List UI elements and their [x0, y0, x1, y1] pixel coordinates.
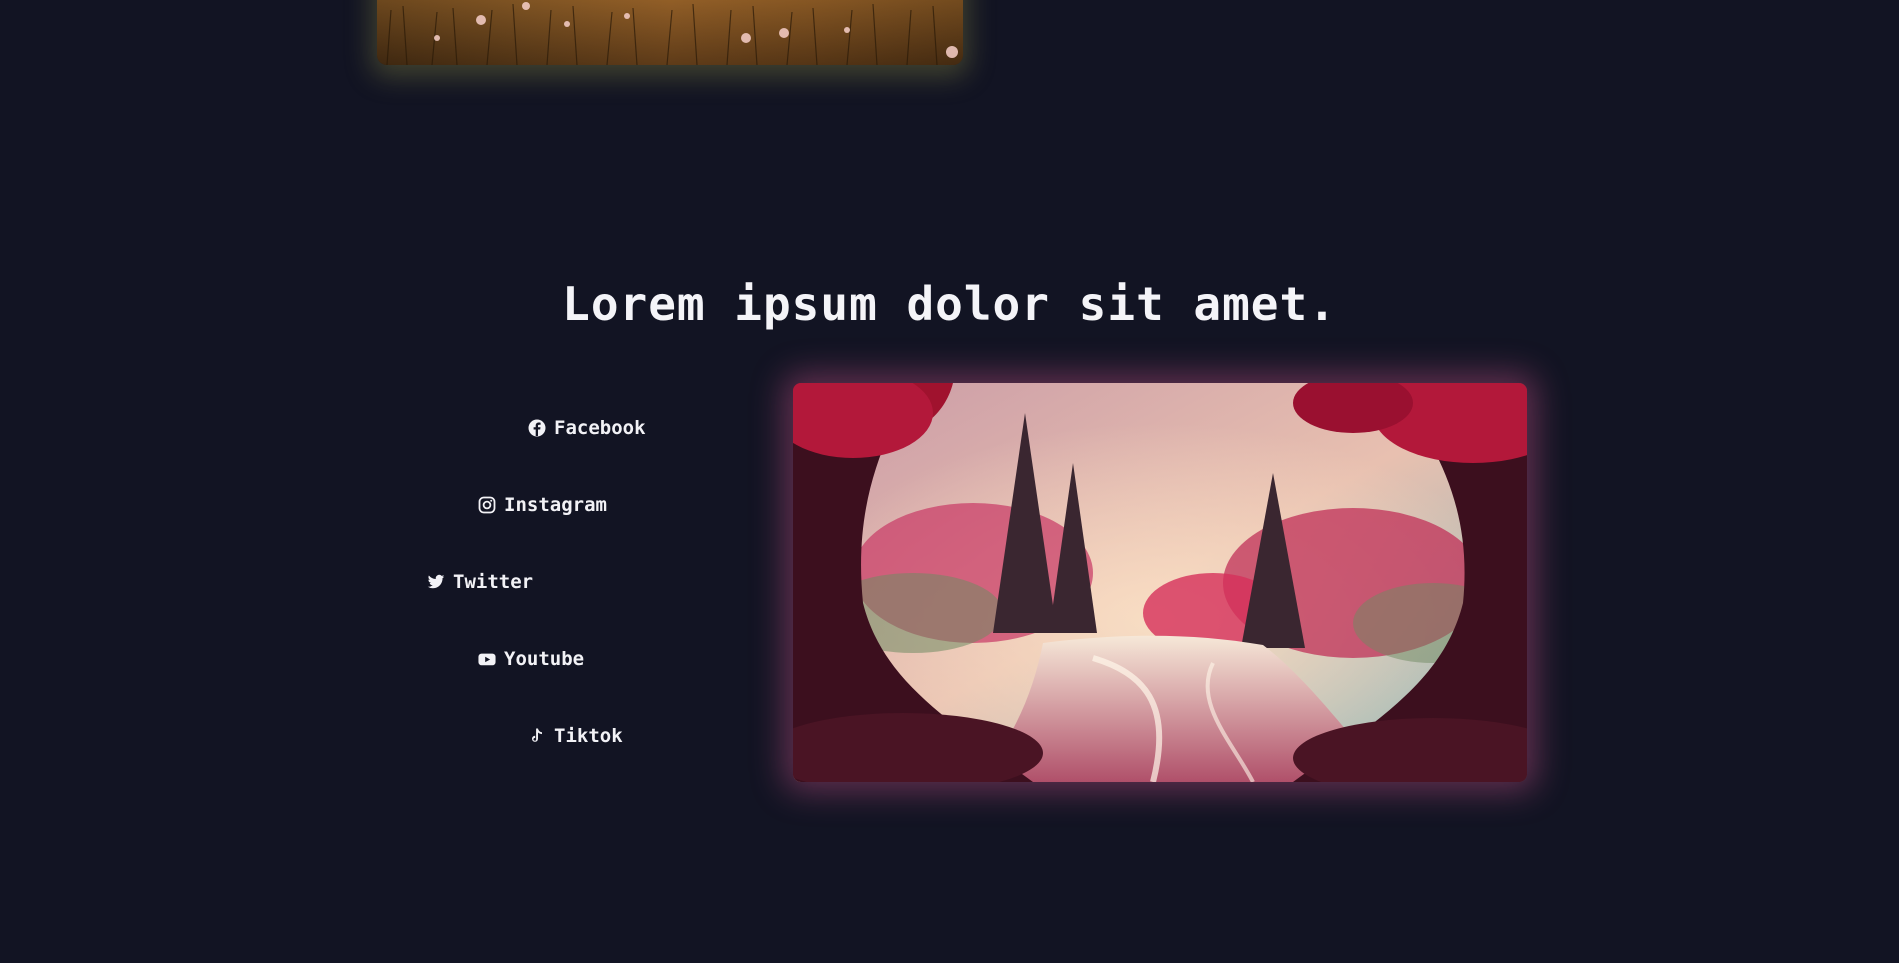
facebook-label: Facebook [554, 417, 646, 439]
tiktok-icon [528, 727, 546, 745]
page: Lorem ipsum dolor sit amet. Facebook Ins… [0, 0, 1899, 963]
facebook-link[interactable]: Facebook [528, 417, 646, 439]
section-heading: Lorem ipsum dolor sit amet. [562, 277, 1337, 331]
twitter-icon [427, 573, 445, 591]
instagram-label: Instagram [504, 494, 607, 516]
twitter-label: Twitter [453, 571, 534, 593]
tiktok-label: Tiktok [554, 725, 623, 747]
facebook-icon [528, 419, 546, 437]
forest-river-image [793, 383, 1527, 782]
meadow-image [377, 0, 963, 65]
tiktok-link[interactable]: Tiktok [528, 725, 623, 747]
instagram-icon [478, 496, 496, 514]
instagram-link[interactable]: Instagram [478, 494, 607, 516]
youtube-icon [478, 650, 496, 668]
youtube-label: Youtube [504, 648, 585, 670]
youtube-link[interactable]: Youtube [478, 648, 584, 670]
twitter-link[interactable]: Twitter [427, 571, 533, 593]
